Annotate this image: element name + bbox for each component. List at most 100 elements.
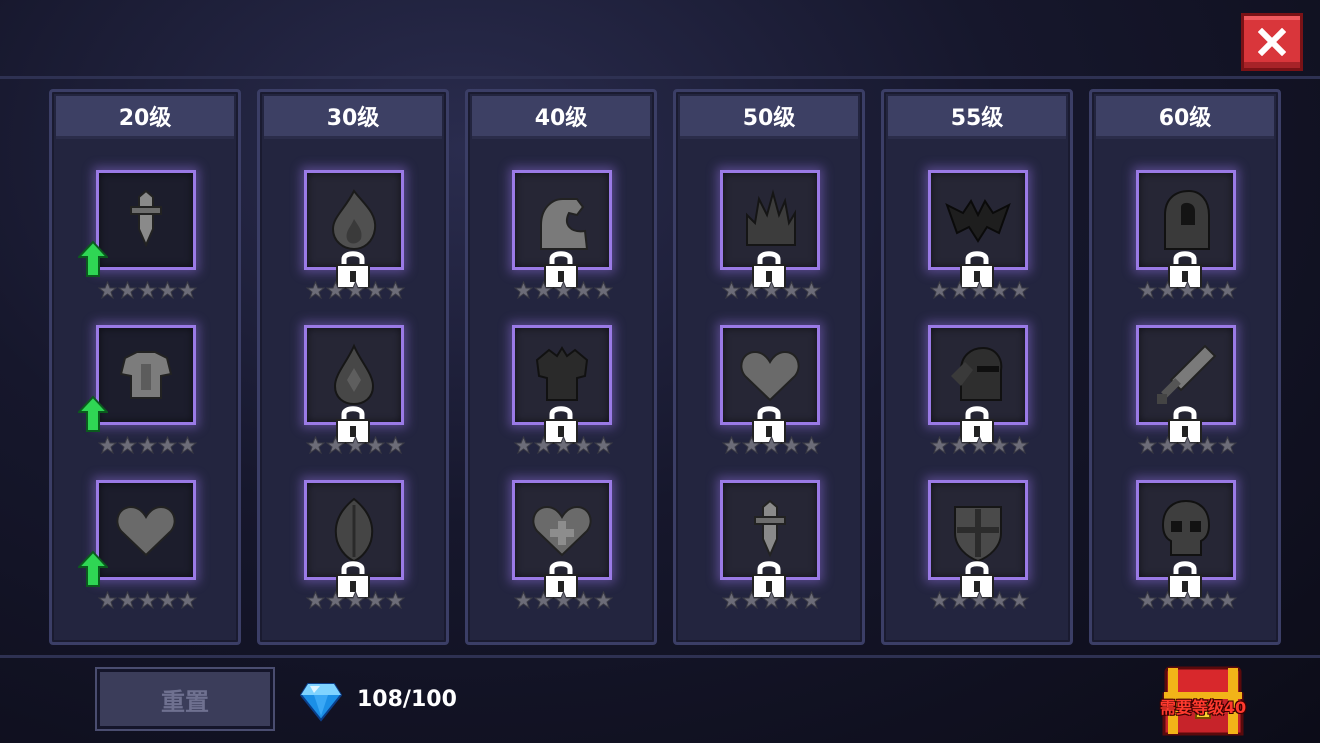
star-icon [762, 436, 781, 454]
skill-button[interactable] [96, 480, 196, 580]
star-icon [1198, 591, 1217, 609]
star-icon [118, 281, 137, 299]
column-level-title: 20级 [56, 96, 234, 139]
star-icon [158, 591, 177, 609]
star-icon [990, 591, 1009, 609]
star-icon [742, 591, 761, 609]
knight-helmet-icon [951, 346, 1003, 401]
star-icon [366, 281, 385, 299]
star-icon [98, 436, 117, 454]
bat-icon [945, 199, 1011, 243]
skill-slot [928, 170, 1029, 300]
star-icon [1138, 591, 1157, 609]
star-icon [990, 436, 1009, 454]
skill-slot [78, 170, 197, 300]
skill-column: 60级 [1089, 89, 1281, 645]
star-rating [722, 591, 821, 609]
star-icon [802, 591, 821, 609]
sword-icon [754, 499, 786, 558]
star-rating [930, 281, 1029, 299]
star-rating [1138, 591, 1237, 609]
close-button[interactable] [1241, 13, 1303, 71]
star-icon [326, 591, 345, 609]
upgrade-arrow-icon [78, 240, 108, 277]
star-icon [574, 436, 593, 454]
skill-slot [512, 480, 613, 610]
star-icon [574, 591, 593, 609]
skill-slot [512, 325, 613, 455]
star-icon [158, 281, 177, 299]
star-icon [1138, 281, 1157, 299]
star-icon [1218, 436, 1237, 454]
reset-button[interactable]: 重置 [95, 667, 275, 731]
star-icon [386, 436, 405, 454]
star-rating [514, 436, 613, 454]
skill-column: 30级 [257, 89, 449, 645]
skill-tree-columns: 20级 30级 40级 50级 55级 60级 [49, 89, 1283, 645]
star-icon [1198, 436, 1217, 454]
star-rating [722, 436, 821, 454]
star-icon [98, 281, 117, 299]
star-icon [554, 436, 573, 454]
star-icon [802, 436, 821, 454]
reward-chest[interactable]: 需要等级40 [1148, 664, 1258, 740]
column-level-title: 60级 [1096, 96, 1274, 139]
star-icon [534, 281, 553, 299]
skill-slot [720, 325, 821, 455]
star-icon [98, 591, 117, 609]
skill-slot [928, 480, 1029, 610]
heart-icon [116, 505, 176, 557]
star-icon [722, 436, 741, 454]
shield-icon [954, 506, 1002, 563]
star-rating [98, 281, 197, 299]
star-icon [1178, 281, 1197, 299]
skill-column: 50级 [673, 89, 865, 645]
star-icon [1218, 591, 1237, 609]
star-icon [306, 436, 325, 454]
diamond-icon [300, 683, 342, 722]
heart-icon [740, 350, 800, 402]
skill-slot [78, 480, 197, 610]
star-icon [118, 591, 137, 609]
star-icon [366, 591, 385, 609]
star-rating [306, 281, 405, 299]
water-drop-icon [333, 343, 375, 406]
skull-icon [1161, 499, 1211, 556]
star-icon [594, 281, 613, 299]
skill-slot [720, 170, 821, 300]
header-divider [0, 76, 1320, 79]
star-icon [158, 436, 177, 454]
star-icon [138, 591, 157, 609]
star-icon [1010, 281, 1029, 299]
column-level-title: 40级 [472, 96, 650, 139]
star-icon [930, 436, 949, 454]
chest-requirement-label: 需要等级40 [1159, 698, 1247, 717]
star-icon [1010, 436, 1029, 454]
star-icon [970, 436, 989, 454]
skill-slot [304, 480, 405, 610]
star-icon [742, 281, 761, 299]
star-icon [534, 591, 553, 609]
skill-slot [1136, 325, 1237, 455]
close-icon [1258, 28, 1286, 56]
star-icon [346, 436, 365, 454]
star-icon [762, 281, 781, 299]
star-icon [118, 436, 137, 454]
skill-slot [304, 325, 405, 455]
star-icon [306, 591, 325, 609]
star-rating [306, 436, 405, 454]
star-rating [514, 591, 613, 609]
star-icon [930, 281, 949, 299]
star-rating [98, 591, 197, 609]
star-icon [366, 436, 385, 454]
skill-button[interactable] [96, 170, 196, 270]
column-level-title: 55级 [888, 96, 1066, 139]
flexed-arm-icon [540, 198, 589, 250]
star-icon [574, 281, 593, 299]
skill-button[interactable] [96, 325, 196, 425]
star-icon [950, 591, 969, 609]
column-level-title: 30级 [264, 96, 442, 139]
star-icon [346, 281, 365, 299]
star-icon [326, 281, 345, 299]
skill-slot [78, 325, 197, 455]
